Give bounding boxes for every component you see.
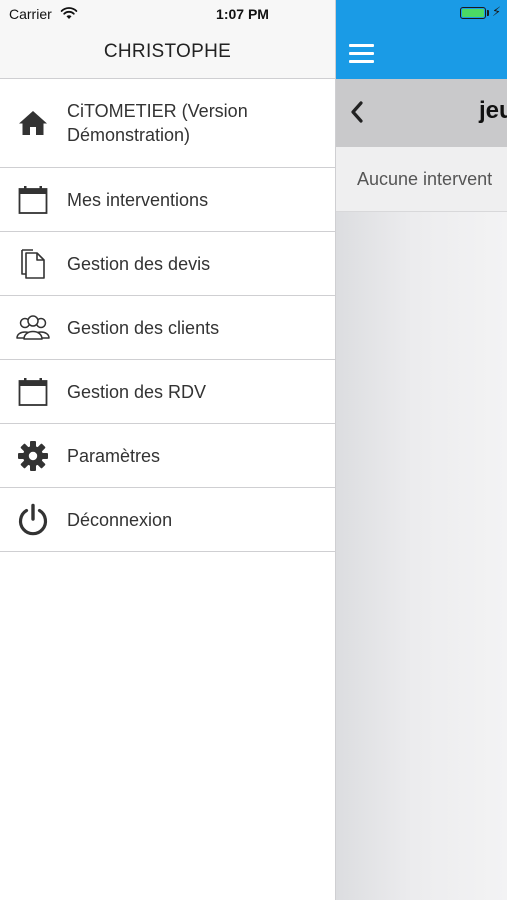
power-icon <box>16 503 50 537</box>
menu-toggle-icon[interactable] <box>349 44 374 64</box>
menu-item-label: Gestion des RDV <box>67 381 207 402</box>
app-screen: ⚡ jeu Aucune intervent Carrier 1:07 PM C… <box>0 0 507 900</box>
menu-item-label: Gestion des clients <box>67 317 220 338</box>
menu-header: CHRISTOPHE <box>0 28 335 79</box>
menu-item-label: Mes interventions <box>67 189 209 210</box>
menu-item-parametres[interactable]: Paramètres <box>0 424 335 488</box>
menu-title: CHRISTOPHE <box>103 41 232 62</box>
menu-item-home[interactable]: CiTOMETIER (Version Démonstration) <box>0 79 335 168</box>
status-bar-right: ⚡ <box>336 0 507 28</box>
home-icon <box>16 106 50 140</box>
date-navigation-bar: jeu <box>336 79 507 147</box>
side-menu: Carrier 1:07 PM CHRISTOPHE CiTOMETIER (V… <box>0 0 336 900</box>
date-title: jeu <box>479 97 507 124</box>
calendar-icon <box>16 375 50 409</box>
menu-item-devis[interactable]: Gestion des devis <box>0 232 335 296</box>
clock: 1:07 PM <box>216 6 269 22</box>
menu-item-interventions[interactable]: Mes interventions <box>0 168 335 232</box>
main-navbar <box>336 28 507 79</box>
chevron-left-icon[interactable] <box>344 97 372 127</box>
gear-icon <box>16 439 50 473</box>
menu-item-clients[interactable]: Gestion des clients <box>0 296 335 360</box>
battery-icon <box>460 7 486 19</box>
main-content: ⚡ jeu Aucune intervent <box>336 0 507 900</box>
status-bar: Carrier 1:07 PM <box>0 0 335 28</box>
empty-state-text: Aucune intervent <box>357 169 493 189</box>
menu-item-rdv[interactable]: Gestion des RDV <box>0 360 335 424</box>
battery-tip <box>487 10 489 16</box>
charging-icon: ⚡ <box>492 4 502 19</box>
menu-item-label: Déconnexion <box>67 509 173 530</box>
empty-state-row: Aucune intervent <box>336 147 507 212</box>
document-icon <box>16 247 50 281</box>
menu-item-label: Gestion des devis <box>67 253 211 274</box>
calendar-icon <box>16 183 50 217</box>
menu-item-deconnexion[interactable]: Déconnexion <box>0 488 335 552</box>
users-icon <box>16 311 50 345</box>
menu-item-label: CiTOMETIER (Version Démonstration) <box>67 101 248 145</box>
menu-list: CiTOMETIER (Version Démonstration) Mes i… <box>0 79 335 552</box>
menu-item-label: Paramètres <box>67 445 161 466</box>
